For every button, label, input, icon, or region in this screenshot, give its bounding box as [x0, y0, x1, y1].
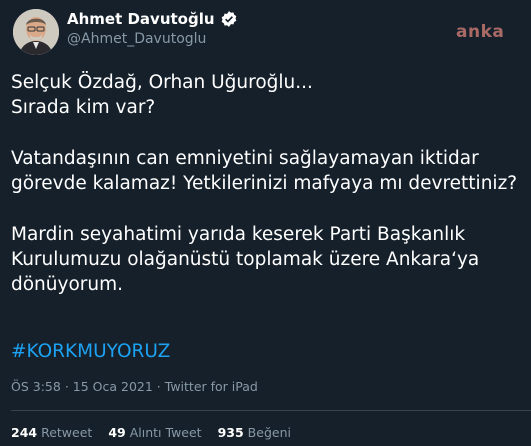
author-handle[interactable]: @Ahmet_Davutoglu — [67, 31, 206, 47]
tweet-line: Selçuk Özdağ, Orhan Uğuroğlu... — [11, 72, 313, 93]
tweet-line: Mardin seyahatimi yarıda keserek Parti B… — [11, 224, 466, 245]
tweet-date[interactable]: 15 Oca 2021 — [73, 379, 153, 394]
retweets-stat[interactable]: 244 Retweet — [11, 425, 92, 440]
avatar[interactable] — [13, 9, 59, 55]
meta-separator: · — [64, 379, 73, 394]
retweets-label: Retweet — [41, 425, 93, 440]
author-name[interactable]: Ahmet Davutoğlu — [67, 10, 238, 28]
likes-count: 935 — [217, 425, 244, 440]
tweet-line: Kurulumuzu olağanüstü toplamak üzere Ank… — [11, 249, 480, 270]
tweet-line: dönüyorum. — [11, 274, 124, 295]
verified-badge-icon — [221, 11, 236, 27]
engagement-stats: 244 Retweet 49 Alıntı Tweet 935 Beğeni — [11, 425, 291, 440]
hashtag-link[interactable]: #KORKMUYORUZ — [11, 341, 170, 362]
tweet-time[interactable]: ÖS 3:58 — [11, 379, 61, 394]
quotes-label: Alıntı Tweet — [129, 425, 202, 440]
divider — [11, 410, 531, 411]
tweet-line: Sırada kim var? — [11, 97, 156, 118]
retweets-count: 244 — [11, 425, 38, 440]
avatar-portrait-icon — [13, 9, 59, 55]
author-name-text[interactable]: Ahmet Davutoğlu — [67, 10, 215, 28]
quotes-stat[interactable]: 49 Alıntı Tweet — [108, 425, 201, 440]
tweet-meta: ÖS 3:58 · 15 Oca 2021 · Twitter for iPad — [11, 379, 258, 394]
anka-watermark-logo: anka — [456, 22, 505, 42]
tweet-line: görevde kalamaz! Yetkilerinizi mafyaya m… — [11, 173, 518, 194]
quotes-count: 49 — [108, 425, 126, 440]
likes-stat[interactable]: 935 Beğeni — [218, 425, 291, 440]
tweet-source[interactable]: Twitter for iPad — [165, 379, 258, 394]
likes-label: Beğeni — [247, 425, 291, 440]
tweet-line: Vatandaşının can emniyetini sağlayamayan… — [11, 148, 479, 169]
meta-separator: · — [156, 379, 165, 394]
tweet-text: Selçuk Özdağ, Orhan Uğuroğlu... Sırada k… — [11, 70, 518, 297]
